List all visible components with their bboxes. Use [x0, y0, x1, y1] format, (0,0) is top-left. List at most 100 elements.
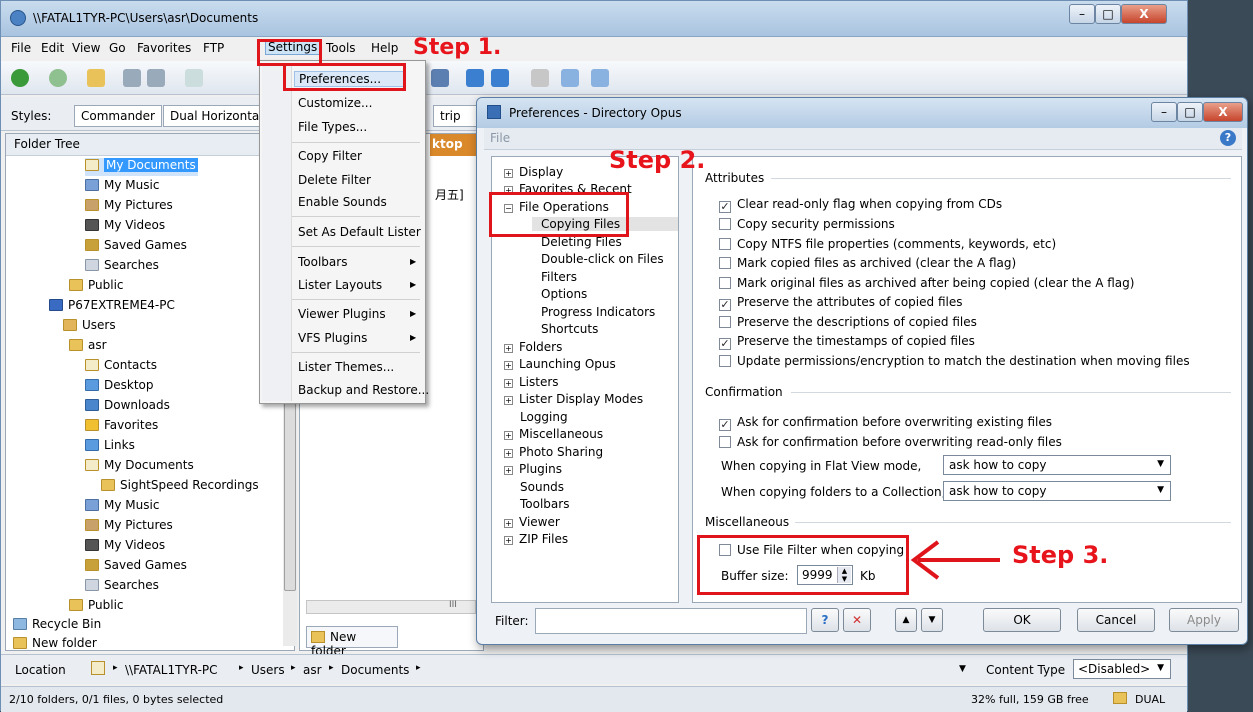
pref-tree-item[interactable]: + ZIP Files — [504, 532, 568, 546]
pref-tree-item[interactable]: + Launching Opus — [504, 357, 616, 371]
horizontal-scrollbar[interactable]: III — [306, 600, 476, 614]
menu-view[interactable]: View — [72, 41, 100, 55]
pref-tree-item[interactable]: Logging — [520, 410, 568, 424]
pref-tree-item[interactable]: Shortcuts — [541, 322, 598, 336]
menu-item-set-default-lister[interactable]: Set As Default Lister — [298, 225, 421, 239]
option-copy-ntfs[interactable]: Copy NTFS file properties (comments, key… — [719, 237, 1056, 251]
parent-folder-icon[interactable] — [87, 69, 105, 87]
minimize-button[interactable]: – — [1151, 102, 1177, 122]
pref-tree-item[interactable]: + Listers — [504, 375, 559, 389]
checkbox[interactable] — [719, 436, 731, 448]
pref-tree-item[interactable]: + Folders — [504, 340, 562, 354]
expand-icon[interactable]: + — [504, 169, 513, 178]
option-update-permissions[interactable]: Update permissions/encryption to match t… — [719, 354, 1190, 368]
expand-icon[interactable]: + — [504, 449, 513, 458]
collection-select[interactable]: ask how to copy ▼ — [943, 481, 1171, 501]
help-icon[interactable]: ? — [1220, 130, 1236, 146]
menu-item-enable-sounds[interactable]: Enable Sounds — [298, 195, 387, 209]
tree-item[interactable]: Users — [63, 318, 116, 336]
expand-icon[interactable]: + — [504, 536, 513, 545]
menu-item-copy-filter[interactable]: Copy Filter — [298, 149, 362, 163]
tree-item[interactable]: My Pictures — [85, 518, 173, 536]
menu-help[interactable]: Help — [371, 41, 398, 55]
style-tab-commander[interactable]: Commander — [74, 105, 162, 127]
tree-item[interactable]: My Documents — [85, 458, 194, 476]
up-arrow-icon[interactable]: ▲ — [895, 608, 917, 632]
tree-item[interactable]: Saved Games — [85, 558, 187, 576]
tree-item[interactable]: Favorites — [85, 418, 158, 436]
checkbox[interactable]: ✓ — [719, 299, 731, 311]
find-icon[interactable] — [123, 69, 141, 87]
expand-icon[interactable]: + — [504, 431, 513, 440]
tree-item[interactable]: Desktop — [85, 378, 154, 396]
pref-tree-item[interactable]: + Photo Sharing — [504, 445, 603, 459]
option-copy-security[interactable]: Copy security permissions — [719, 217, 895, 231]
breadcrumb-item[interactable]: \\FATAL1TYR-PC — [125, 663, 218, 677]
pref-tree-item[interactable]: Sounds — [520, 480, 564, 494]
back-icon[interactable] — [11, 69, 29, 87]
ok-button[interactable]: OK — [983, 608, 1061, 632]
pref-tree-item[interactable]: Double-click on Files — [541, 252, 664, 266]
close-button[interactable]: X — [1203, 102, 1243, 122]
copy-icon[interactable] — [185, 69, 203, 87]
tree-item[interactable]: My Music — [85, 178, 159, 196]
menu-item-toolbars[interactable]: Toolbars — [298, 255, 347, 269]
expand-icon[interactable]: + — [504, 361, 513, 370]
search-icon[interactable] — [147, 69, 165, 87]
checkbox[interactable] — [719, 257, 731, 269]
menu-item-lister-themes[interactable]: Lister Themes... — [298, 360, 394, 374]
save-icon[interactable] — [561, 69, 579, 87]
tree-item[interactable]: Links — [85, 438, 135, 456]
layout-icon[interactable] — [531, 69, 549, 87]
tree-item[interactable]: SightSpeed Recordings — [101, 478, 259, 496]
menu-file[interactable]: File — [11, 41, 31, 55]
flat-view-select[interactable]: ask how to copy ▼ — [943, 455, 1171, 475]
pref-tree-item[interactable]: Options — [541, 287, 587, 301]
tree-item[interactable]: asr — [69, 338, 107, 356]
menu-go[interactable]: Go — [109, 41, 126, 55]
checkbox[interactable]: ✓ — [719, 338, 731, 350]
checkbox[interactable] — [719, 238, 731, 250]
menu-edit[interactable]: Edit — [41, 41, 64, 55]
minimize-button[interactable]: – — [1069, 4, 1095, 24]
content-type-select[interactable]: <Disabled> ▼ — [1073, 659, 1171, 679]
expand-icon[interactable]: + — [504, 466, 513, 475]
clear-filter-icon[interactable]: ✕ — [843, 608, 871, 632]
menu-item-viewer-plugins[interactable]: Viewer Plugins — [298, 307, 386, 321]
tree-item[interactable]: My Pictures — [85, 198, 173, 216]
style-tab-dual-horizontal[interactable]: Dual Horizontal — [163, 105, 261, 127]
tree-item[interactable]: My Videos — [85, 538, 165, 556]
pref-tree-item[interactable]: Filters — [541, 270, 577, 284]
pref-tree-item[interactable]: + Viewer — [504, 515, 560, 529]
view-icon[interactable] — [431, 69, 449, 87]
tree-item[interactable]: Searches — [85, 578, 159, 596]
checkbox[interactable]: ✓ — [719, 419, 731, 431]
menu-item-lister-layouts[interactable]: Lister Layouts — [298, 278, 382, 292]
dual-pane-icon[interactable] — [466, 69, 484, 87]
new-folder-item[interactable]: New folder — [306, 626, 398, 658]
apply-button[interactable]: Apply — [1169, 608, 1239, 632]
checkbox[interactable] — [719, 316, 731, 328]
tree-item[interactable]: Public — [69, 278, 124, 296]
down-arrow-icon[interactable]: ▼ — [921, 608, 943, 632]
cancel-button[interactable]: Cancel — [1077, 608, 1155, 632]
option-confirm-readonly[interactable]: Ask for confirmation before overwriting … — [719, 435, 1062, 449]
expand-icon[interactable]: + — [504, 344, 513, 353]
checkbox[interactable] — [719, 355, 731, 367]
option-mark-original-archived[interactable]: Mark original files as archived after be… — [719, 276, 1134, 290]
maximize-button[interactable]: □ — [1177, 102, 1203, 122]
tree-item[interactable]: Downloads — [85, 398, 170, 416]
menu-item-backup-restore[interactable]: Backup and Restore... — [298, 383, 429, 397]
chevron-down-icon[interactable]: ▼ — [959, 664, 966, 674]
style-tab-partial[interactable]: trip — [433, 105, 477, 127]
pref-tree-item[interactable]: + Lister Display Modes — [504, 392, 643, 406]
edit-icon[interactable] — [591, 69, 609, 87]
menu-item-customize[interactable]: Customize... — [298, 96, 372, 110]
pref-tree-item[interactable]: Toolbars — [520, 497, 569, 511]
breadcrumb-item[interactable]: asr — [303, 663, 322, 677]
menu-tools[interactable]: Tools — [326, 41, 356, 55]
maximize-button[interactable]: □ — [1095, 4, 1121, 24]
expand-icon[interactable]: + — [504, 396, 513, 405]
tree-item[interactable]: Contacts — [85, 358, 157, 376]
option-preserve-descriptions[interactable]: Preserve the descriptions of copied file… — [719, 315, 977, 329]
